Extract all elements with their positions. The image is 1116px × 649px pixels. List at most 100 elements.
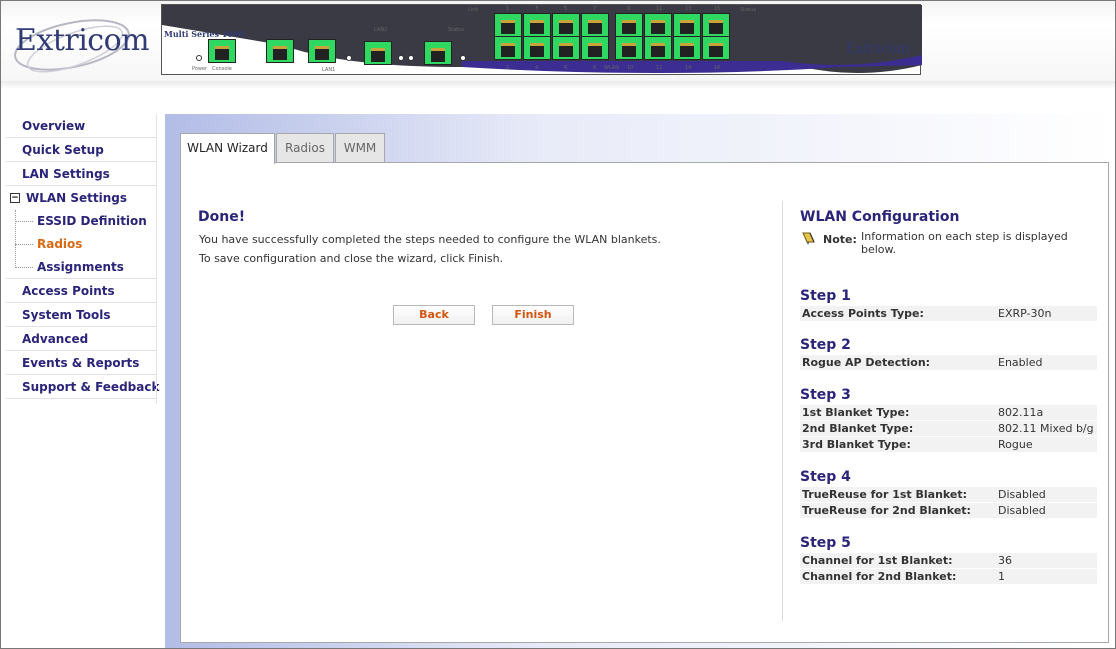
collapse-minus-icon[interactable]: − — [10, 193, 20, 203]
status-label-right: Status — [740, 7, 756, 13]
config-value: Disabled — [998, 504, 1046, 517]
wlan-settings-subtree: ESSID Definition Radios Assignments — [6, 210, 156, 279]
extricom-logo: Extricom — [7, 9, 150, 79]
step-title: Step 3 — [800, 387, 851, 403]
port-number-top: 3 — [535, 6, 539, 12]
port-number-bottom: 14 — [685, 65, 692, 71]
lan-port-icon — [424, 41, 452, 65]
config-row: 2nd Blanket Type: 802.11 Mixed b/g — [800, 421, 1097, 436]
wlan-port-icon — [494, 13, 522, 37]
wizard-panel: Done! You have successfully completed th… — [180, 162, 1109, 643]
success-message: You have successfully completed the step… — [199, 233, 661, 246]
finish-button[interactable]: Finish — [492, 305, 574, 325]
wlan-port-icon — [523, 13, 551, 37]
wlan-port-icon — [552, 36, 580, 60]
sidebar-item-lan-settings[interactable]: LAN Settings — [6, 162, 156, 186]
sidebar-item-radios[interactable]: Radios — [6, 233, 156, 256]
config-key: 3rd Blanket Type: — [802, 438, 911, 451]
back-button[interactable]: Back — [393, 305, 475, 325]
done-title: Done! — [198, 209, 246, 225]
sidebar-item-events-reports[interactable]: Events & Reports — [6, 351, 156, 375]
led-icon — [346, 55, 352, 61]
port-number-bottom: 12 — [656, 65, 663, 71]
tab-wmm[interactable]: WMM — [335, 133, 385, 163]
config-value: EXRP-30n — [998, 307, 1052, 320]
sidebar-item-label: Access Points — [22, 284, 115, 298]
config-row: Rogue AP Detection: Enabled — [800, 355, 1097, 370]
tab-radios[interactable]: Radios — [276, 133, 334, 163]
config-row: Channel for 2nd Blanket: 1 — [800, 569, 1097, 584]
sidebar-item-essid-definition[interactable]: ESSID Definition — [6, 210, 156, 233]
wlan-port-icon — [581, 36, 609, 60]
sidebar-item-support-feedback[interactable]: Support & Feedback — [6, 375, 159, 399]
sidebar-item-advanced[interactable]: Advanced — [6, 327, 156, 351]
sidebar-item-quick-setup[interactable]: Quick Setup — [6, 138, 156, 162]
wlan-port-icon — [523, 36, 551, 60]
sidebar-item-label: Quick Setup — [22, 143, 104, 157]
column-divider — [782, 201, 783, 621]
wlan-port-icon — [581, 13, 609, 37]
config-key: TrueReuse for 2nd Blanket: — [802, 504, 971, 517]
wlan-port-icon — [494, 36, 522, 60]
port-number-bottom: 10 — [627, 65, 634, 71]
sidebar-item-label: Assignments — [37, 260, 124, 274]
header: Extricom Multi Series 1000 Extricom 1234… — [1, 1, 1115, 81]
sidebar-item-label: System Tools — [22, 308, 111, 322]
config-value: 36 — [998, 554, 1012, 567]
power-label: Power — [192, 66, 208, 72]
port-number-top: 13 — [685, 6, 692, 12]
lan1-label: LAN1 — [322, 67, 336, 73]
sidebar-divider — [156, 114, 157, 404]
wlan-port-icon — [552, 13, 580, 37]
port-number-top: 1 — [506, 6, 510, 12]
tab-wlan-wizard[interactable]: WLAN Wizard — [180, 133, 275, 164]
sidebar-item-label: LAN Settings — [22, 167, 110, 181]
port-number-top: 7 — [593, 6, 597, 12]
console-port-icon — [208, 39, 236, 63]
wlan-port-icon — [615, 13, 643, 37]
status-led-icon — [460, 55, 466, 61]
port-number-bottom: 2 — [506, 65, 510, 71]
sidebar-item-label: Radios — [37, 237, 83, 251]
logo-text: Extricom — [15, 23, 150, 58]
config-key: Channel for 2nd Blanket: — [802, 570, 957, 583]
sidebar-item-label: Advanced — [22, 332, 89, 346]
device-brand: Extricom — [845, 41, 910, 57]
note-label: Note: — [823, 233, 857, 246]
step-title: Step 4 — [800, 469, 851, 485]
config-row: 1st Blanket Type: 802.11a — [800, 405, 1097, 420]
port-number-top: 5 — [564, 6, 568, 12]
config-value: Disabled — [998, 488, 1046, 501]
sidebar-item-access-points[interactable]: Access Points — [6, 279, 156, 303]
port-number-top: 9 — [627, 6, 631, 12]
config-key: 1st Blanket Type: — [802, 406, 910, 419]
config-row: TrueReuse for 2nd Blanket: Disabled — [800, 503, 1097, 518]
config-value: 802.11a — [998, 406, 1044, 419]
config-row: TrueReuse for 1st Blanket: Disabled — [800, 487, 1097, 502]
lan-port-icon — [308, 39, 336, 63]
led-icon — [398, 55, 404, 61]
config-value: Enabled — [998, 356, 1043, 369]
wlan-port-icon — [702, 36, 730, 60]
power-led-icon — [196, 55, 202, 61]
sidebar-item-assignments[interactable]: Assignments — [6, 256, 156, 279]
sidebar-item-overview[interactable]: Overview — [6, 114, 156, 138]
lan2-label: LAN2 — [374, 27, 388, 33]
port-number-top: 15 — [714, 6, 721, 12]
sidebar-item-wlan-settings[interactable]: − WLAN Settings — [6, 186, 156, 210]
device-panel-image: Multi Series 1000 Extricom 1 2 3 4 5 6 7 8 9 10 11… — [161, 4, 922, 75]
tab-label: WLAN Wizard — [187, 141, 268, 155]
link-label: Link — [468, 7, 479, 13]
wlan-port-icon — [702, 13, 730, 37]
wlan-label: WLAN — [604, 65, 620, 71]
wlan-port-icon — [644, 13, 672, 37]
sidebar-item-system-tools[interactable]: System Tools — [6, 303, 156, 327]
config-value: Rogue — [998, 438, 1033, 451]
port-number-bottom: 6 — [564, 65, 568, 71]
step-title: Step 5 — [800, 535, 851, 551]
wlan-configuration-title: WLAN Configuration — [800, 209, 960, 225]
config-key: 2nd Blanket Type: — [802, 422, 914, 435]
config-row: Access Points Type: EXRP-30n — [800, 306, 1097, 321]
tab-label: WMM — [343, 141, 377, 155]
wlan-port-icon — [673, 36, 701, 60]
